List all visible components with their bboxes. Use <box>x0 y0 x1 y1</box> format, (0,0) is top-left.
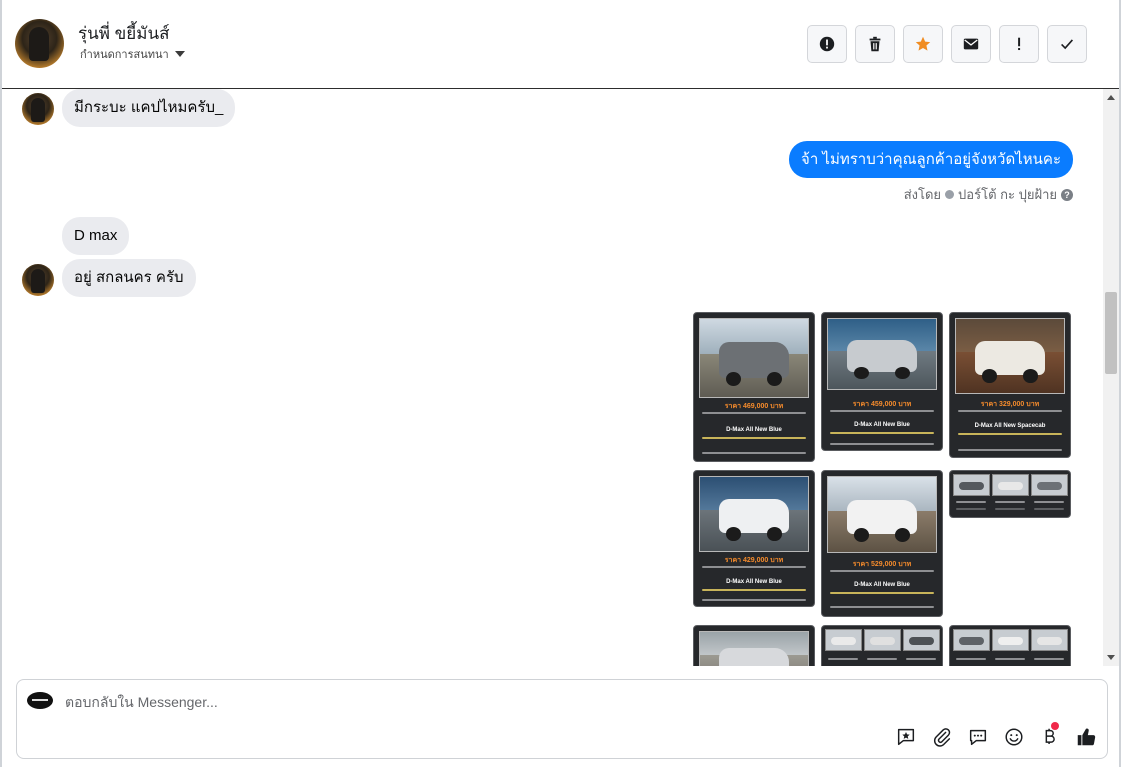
sent-by-prefix: ส่งโดย <box>903 187 942 202</box>
baht-icon <box>1045 728 1055 744</box>
notification-dot <box>1051 722 1059 730</box>
header-actions <box>807 25 1087 63</box>
mail-icon <box>963 38 979 50</box>
car-image-card[interactable] <box>821 625 943 666</box>
paperclip-icon[interactable] <box>931 726 953 748</box>
star-icon <box>915 36 931 51</box>
car-price: ราคา 429,000 บาท <box>724 557 784 564</box>
trash-icon <box>869 36 881 52</box>
car-model: D-Max All New Blue <box>726 427 782 433</box>
incoming-message[interactable]: มีกระบะ แคปไหมครับ_ <box>62 89 236 127</box>
car-image-card[interactable]: ราคา 529,000 บาท D-Max All New Blue <box>821 470 943 617</box>
car-photo <box>827 476 937 553</box>
thumbs-up-icon[interactable] <box>1075 726 1097 748</box>
conversation-header: รุ่นพี่ ขยี้มันส์ กำหนดการสนทนา <box>2 0 1119 89</box>
car-image-card[interactable] <box>949 625 1071 666</box>
chat-bubble-icon[interactable] <box>967 726 989 748</box>
car-photo <box>827 318 937 390</box>
car-photo <box>699 318 809 398</box>
outgoing-message[interactable]: จ้า ไม่ทราบว่าคุณลูกค้าอยู่จังหวัดไหนคะ <box>789 141 1073 178</box>
car-image-card[interactable]: ราคา 429,000 บาท D-Max All New Blue <box>693 470 815 607</box>
contact-name[interactable]: รุ่นพี่ ขยี้มันส์ <box>78 20 169 47</box>
report-icon <box>819 36 835 52</box>
sent-by-info: ส่งโดย ปอร์โต้ กะ ปุยฝ้าย ? <box>904 184 1073 205</box>
car-image-card[interactable]: ราคา 459,000 บาท D-Max All New Blue <box>821 312 943 451</box>
car-price: ราคา 529,000 บาท <box>852 561 912 568</box>
car-image-card[interactable] <box>949 470 1071 518</box>
sender-avatar[interactable] <box>22 93 54 125</box>
emoji-icon[interactable] <box>1003 726 1025 748</box>
star-button[interactable] <box>903 25 943 63</box>
exclamation-icon <box>1018 37 1021 51</box>
saved-reply-icon[interactable] <box>895 726 917 748</box>
car-price: ราคา 329,000 บาท <box>980 401 1040 408</box>
report-button[interactable] <box>807 25 847 63</box>
sent-by-name: ปอร์โต้ กะ ปุยฝ้าย <box>958 187 1057 202</box>
contact-avatar[interactable] <box>15 19 64 68</box>
incoming-message[interactable]: D max <box>62 217 130 255</box>
car-photo <box>699 476 809 552</box>
page-logo <box>27 692 53 709</box>
car-model: D-Max All New Blue <box>854 422 910 428</box>
help-icon[interactable]: ? <box>1061 188 1073 201</box>
car-model: D-Max All New Blue <box>854 582 910 588</box>
mark-done-button[interactable] <box>1047 25 1087 63</box>
car-image-card[interactable] <box>693 625 815 666</box>
car-image-card[interactable]: ราคา 329,000 บาท D-Max All New Spacecab <box>949 312 1071 458</box>
car-price: ราคา 469,000 บาท <box>724 403 784 410</box>
scroll-up-arrow-icon[interactable] <box>1107 95 1115 100</box>
car-model: D-Max All New Spacecab <box>974 423 1046 429</box>
car-photo <box>955 318 1065 394</box>
composer-tools <box>895 722 1097 748</box>
assign-conversation-label: กำหนดการสนทนา <box>80 49 169 61</box>
scroll-down-arrow-icon[interactable] <box>1107 655 1115 660</box>
car-price: ราคา 459,000 บาท <box>852 401 912 408</box>
caret-down-icon <box>174 51 185 57</box>
car-photo <box>699 631 809 666</box>
reply-input[interactable]: ตอบกลับใน Messenger... <box>65 692 665 712</box>
car-model: D-Max All New Blue <box>726 579 782 585</box>
spam-button[interactable] <box>999 25 1039 63</box>
sender-avatar[interactable] <box>22 264 54 296</box>
message-thread[interactable]: มีกระบะ แคปไหมครับ_ จ้า ไม่ทราบว่าคุณลูก… <box>2 89 1103 666</box>
delete-button[interactable] <box>855 25 895 63</box>
assign-conversation-dropdown[interactable]: กำหนดการสนทนา <box>80 45 185 63</box>
messenger-window: รุ่นพี่ ขยี้มันส์ กำหนดการสนทนา มีกระบะ … <box>0 0 1121 767</box>
reply-composer[interactable]: ตอบกลับใน Messenger... <box>16 679 1108 759</box>
mail-button[interactable] <box>951 25 991 63</box>
thread-scrollbar[interactable] <box>1103 89 1119 666</box>
car-image-card[interactable]: ราคา 469,000 บาท D-Max All New Blue <box>693 312 815 462</box>
payment-button[interactable] <box>1039 722 1061 748</box>
check-icon <box>1061 39 1074 50</box>
incoming-message[interactable]: อยู่ สกลนคร ครับ <box>62 259 196 297</box>
scrollbar-thumb[interactable] <box>1105 292 1117 374</box>
verified-dot-icon <box>945 190 955 199</box>
